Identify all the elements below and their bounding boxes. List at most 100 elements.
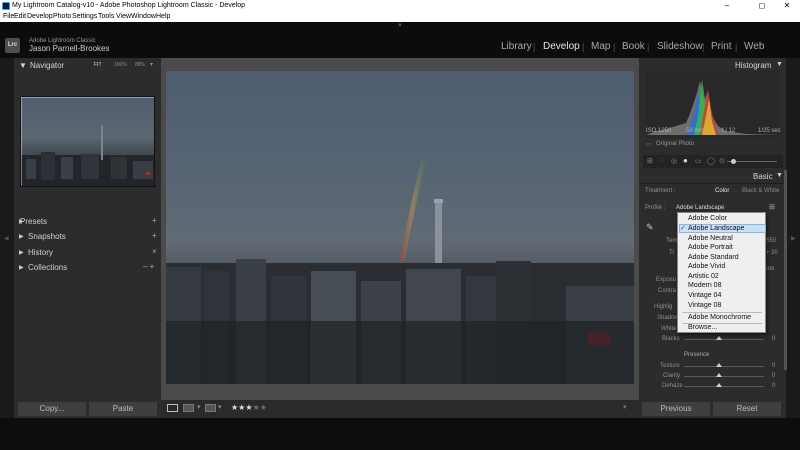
- profile-value[interactable]: Adobe Landscape: [676, 205, 724, 211]
- blacks-value[interactable]: 0: [772, 336, 775, 342]
- profile-option[interactable]: Vintage 04: [688, 292, 721, 299]
- tool-slider-knob[interactable]: [731, 159, 736, 164]
- add-snapshot-button[interactable]: +: [152, 231, 157, 240]
- profile-option[interactable]: Adobe Standard: [688, 254, 739, 261]
- dropdown-arrow-icon[interactable]: ▾: [218, 403, 222, 411]
- top-panel-arrow-icon[interactable]: ▲: [397, 22, 403, 28]
- profile-option[interactable]: Adobe Color: [688, 215, 727, 222]
- menu-settings[interactable]: Settings: [72, 12, 97, 22]
- texture-slider-knob[interactable]: [716, 363, 722, 367]
- spot-removal-icon[interactable]: ◎: [671, 157, 677, 165]
- zoom-88[interactable]: 88%: [135, 62, 145, 68]
- star-rating[interactable]: ★★★★★: [231, 403, 267, 412]
- before-after-icon[interactable]: [183, 404, 194, 412]
- reset-button[interactable]: Reset: [713, 402, 781, 416]
- menu-tools[interactable]: Tools: [98, 12, 114, 22]
- menu-photo[interactable]: Photo: [53, 12, 71, 22]
- red-eye-icon[interactable]: ●: [683, 156, 688, 165]
- history-section[interactable]: History: [28, 248, 53, 257]
- copy-button[interactable]: Copy...: [18, 402, 86, 416]
- expand-triangle-icon[interactable]: ▶: [19, 264, 24, 271]
- menu-edit[interactable]: Edit: [14, 12, 26, 22]
- divider: [640, 183, 785, 184]
- histogram-aperture: f / 12: [722, 128, 736, 134]
- radial-filter-icon[interactable]: ◯: [707, 157, 715, 165]
- dehaze-slider-knob[interactable]: [716, 383, 722, 387]
- profile-option[interactable]: Adobe Neutral: [688, 235, 733, 242]
- main-photo[interactable]: [166, 71, 634, 384]
- crop-icon[interactable]: ◌: [659, 157, 663, 164]
- menu-develop[interactable]: Develop: [27, 12, 53, 22]
- module-slideshow[interactable]: Slideshow: [657, 41, 703, 52]
- add-preset-button[interactable]: +: [152, 216, 157, 225]
- close-button[interactable]: ✕: [776, 0, 798, 12]
- profile-option[interactable]: Adobe Portrait: [688, 244, 733, 251]
- temp-value[interactable]: 550: [766, 238, 776, 244]
- auto-button[interactable]: uto: [766, 266, 774, 272]
- zoom-menu-icon[interactable]: ▾: [150, 61, 153, 68]
- module-print[interactable]: Print: [711, 41, 732, 52]
- texture-slider-track[interactable]: [684, 366, 764, 367]
- tint-value[interactable]: + 30: [766, 250, 778, 256]
- profile-option[interactable]: Artistic 02: [688, 273, 719, 280]
- module-web[interactable]: Web: [744, 41, 764, 52]
- profile-option[interactable]: Modern 08: [688, 282, 721, 289]
- dropdown-arrow-icon[interactable]: ▾: [197, 403, 201, 411]
- expand-triangle-icon[interactable]: ▶: [19, 233, 24, 240]
- collapse-triangle-icon[interactable]: ▼: [776, 172, 783, 179]
- clarity-slider-knob[interactable]: [716, 373, 722, 377]
- toolbar-menu-icon[interactable]: ▾: [623, 403, 627, 411]
- clarity-value[interactable]: 0: [772, 373, 775, 379]
- collapse-triangle-icon[interactable]: ▼: [776, 61, 783, 68]
- left-panel-arrow-icon[interactable]: ◀: [4, 235, 9, 242]
- reference-view-icon[interactable]: [205, 404, 216, 412]
- right-panel-arrow-icon[interactable]: ▶: [791, 235, 796, 242]
- navigator-preview[interactable]: [20, 96, 155, 187]
- menu-file[interactable]: File: [3, 12, 14, 22]
- profile-option-selected[interactable]: Adobe Landscape: [688, 225, 744, 232]
- module-book[interactable]: Book: [622, 41, 645, 52]
- profile-option[interactable]: Vintage 08: [688, 302, 721, 309]
- clarity-slider-track[interactable]: [684, 376, 764, 377]
- treatment-bw[interactable]: Black & White: [742, 188, 779, 194]
- snapshots-section[interactable]: Snapshots: [28, 232, 66, 241]
- dehaze-slider-track[interactable]: [684, 386, 764, 387]
- collapse-triangle-icon[interactable]: ▼: [19, 61, 27, 70]
- profile-option[interactable]: Adobe Monochrome: [688, 314, 751, 321]
- zoom-100[interactable]: 100%: [114, 62, 127, 68]
- module-develop[interactable]: Develop: [543, 41, 580, 52]
- texture-value[interactable]: 0: [772, 363, 775, 369]
- white-balance-eyedropper-icon[interactable]: ✎: [646, 222, 654, 233]
- module-map[interactable]: Map: [591, 41, 610, 52]
- dehaze-value[interactable]: 0: [772, 383, 775, 389]
- toolbar: ▾ ▾ ★★★★★ ▾: [161, 400, 639, 418]
- blacks-slider-track[interactable]: [684, 339, 764, 340]
- minimize-button[interactable]: –: [716, 0, 738, 12]
- menu-help[interactable]: Help: [156, 12, 170, 22]
- zoom-fit[interactable]: FIT: [94, 62, 102, 68]
- presets-section[interactable]: Presets: [20, 217, 47, 226]
- user-name: Jason Parnell-Brookes: [29, 44, 110, 53]
- texture-label: Texture: [660, 363, 680, 369]
- expand-triangle-icon[interactable]: ▶: [19, 249, 24, 256]
- menu-separator: [682, 312, 762, 313]
- crop-grid-icon[interactable]: ⊞: [647, 157, 653, 165]
- profile-option[interactable]: Adobe Vivid: [688, 263, 725, 270]
- profile-browser-icon[interactable]: ⊞: [769, 203, 775, 211]
- collections-section[interactable]: Collections: [28, 263, 67, 272]
- right-panel-scrollbar[interactable]: [784, 170, 787, 370]
- loupe-view-icon[interactable]: [167, 404, 178, 412]
- browse-profiles-option[interactable]: Browse...: [688, 324, 717, 331]
- menu-window[interactable]: Window: [131, 12, 156, 22]
- treatment-color[interactable]: Color: [715, 188, 729, 194]
- module-library[interactable]: Library: [501, 41, 532, 52]
- brush-icon[interactable]: ⊙: [719, 157, 725, 165]
- graduated-filter-icon[interactable]: ▭: [695, 157, 702, 165]
- menu-view[interactable]: View: [116, 12, 131, 22]
- paste-button[interactable]: Paste: [89, 402, 157, 416]
- clear-history-button[interactable]: ×: [152, 247, 157, 256]
- maximize-button[interactable]: ◻: [751, 0, 773, 12]
- blacks-slider-knob[interactable]: [716, 336, 722, 340]
- previous-button[interactable]: Previous: [642, 402, 710, 416]
- collections-actions[interactable]: – +: [143, 262, 154, 271]
